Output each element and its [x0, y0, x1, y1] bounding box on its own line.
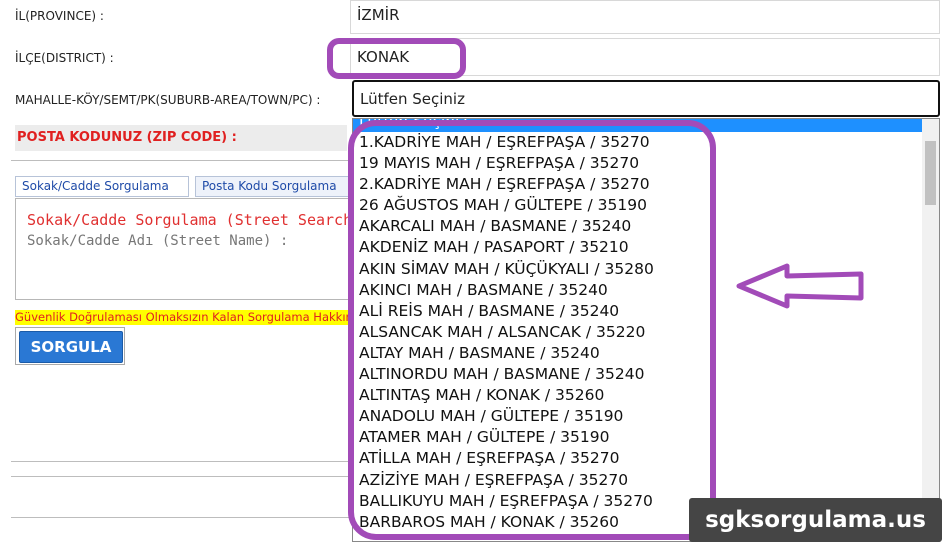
province-label: İL(PROVINCE) : [15, 9, 104, 23]
district-label: İLÇE(DISTRICT) : [15, 51, 114, 65]
security-warning: Güvenlik Doğrulaması Olmaksızın Kalan So… [15, 310, 350, 325]
divider [11, 160, 351, 161]
street-search-panel: Sokak/Cadde Sorgulama (Street Search) So… [15, 198, 361, 300]
zip-label: POSTA KODUNUZ (ZIP CODE) : [17, 130, 237, 145]
street-name-label: Sokak/Cadde Adı (Street Name) : [27, 233, 289, 249]
panel-title: Sokak/Cadde Sorgulama (Street Search) [27, 211, 362, 229]
dropdown-scrollbar[interactable] [922, 119, 939, 541]
district-highlight [327, 38, 466, 79]
list-highlight [348, 120, 716, 540]
divider [11, 461, 351, 462]
divider [11, 476, 351, 477]
scrollbar-thumb[interactable] [925, 141, 936, 205]
tab-postcode-search[interactable]: Posta Kodu Sorgulama [195, 176, 355, 197]
suburb-select[interactable]: Lütfen Seçiniz [352, 80, 940, 117]
tab-street-search[interactable]: Sokak/Cadde Sorgulama [15, 176, 189, 197]
divider [11, 517, 351, 518]
province-value: İZMİR [350, 0, 940, 34]
arrow-left-icon [736, 263, 864, 309]
watermark: sgksorgulama.us [689, 498, 942, 542]
query-button-frame: SORGULA [15, 327, 125, 365]
suburb-label: MAHALLE-KÖY/SEMT/PK(SUBURB-AREA/TOWN/PC)… [15, 93, 321, 107]
query-button[interactable]: SORGULA [19, 331, 123, 363]
